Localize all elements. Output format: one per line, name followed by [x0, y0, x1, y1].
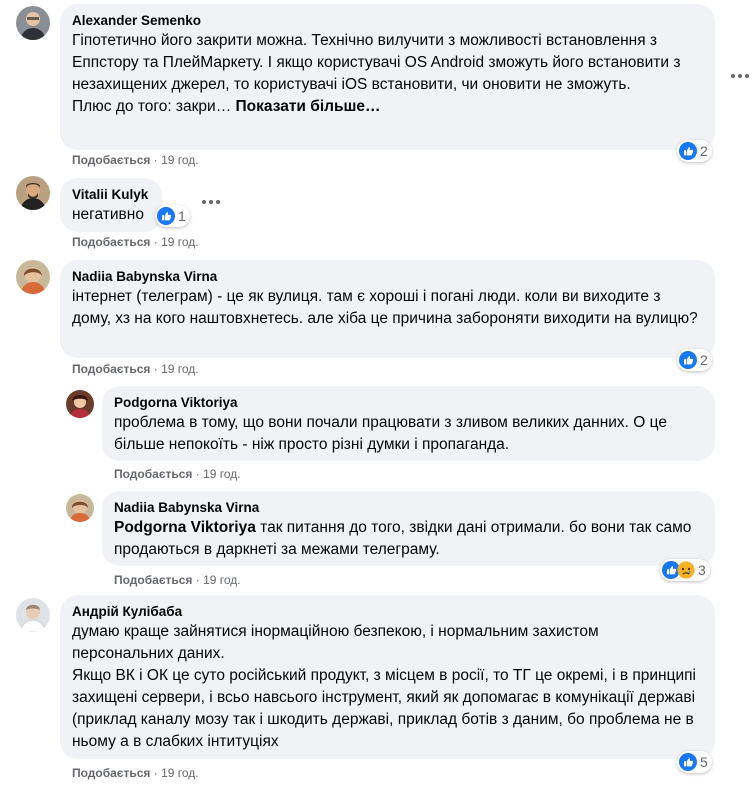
comment-text-truncated: Плюс до того: закри…	[72, 98, 232, 115]
like-button[interactable]: Подобається	[72, 766, 150, 780]
comment-text: Гіпотетично його закрити можна. Технічно…	[72, 32, 681, 93]
reaction-number: 2	[700, 352, 708, 368]
comment-timestamp[interactable]: 19 год.	[161, 235, 199, 249]
comment-bubble: Alexander Semenko Гіпотетично його закри…	[60, 4, 715, 150]
like-button[interactable]: Подобається	[72, 235, 150, 249]
comment-bubble: Nadiia Babynska Virna інтернет (телеграм…	[60, 260, 715, 358]
comment-author[interactable]: Nadiia Babynska Virna	[114, 499, 703, 517]
see-more-link[interactable]: Показати більше…	[236, 98, 381, 115]
comment-actions: Подобається · 19 год.	[72, 766, 199, 780]
avatar[interactable]	[16, 6, 50, 40]
comment-author[interactable]: Alexander Semenko	[72, 12, 703, 30]
comment-bubble: Nadiia Babynska Virna Podgorna Viktoriya…	[102, 491, 715, 566]
like-button[interactable]: Подобається	[114, 573, 192, 587]
comment-text: інтернет (телеграм) - це як вулиця. там …	[72, 288, 698, 327]
comment-text: думаю краще зайнятися інормаційною безпе…	[72, 623, 599, 662]
comment-timestamp[interactable]: 19 год.	[161, 153, 199, 167]
more-options-icon[interactable]	[726, 62, 754, 90]
reaction-count[interactable]: 2	[677, 349, 712, 371]
avatar[interactable]	[16, 260, 50, 294]
mention-link[interactable]: Podgorna Viktoriya	[114, 519, 256, 536]
reaction-count[interactable]: 5	[677, 751, 712, 773]
reaction-number: 2	[700, 143, 708, 159]
comment-text: негативно	[72, 206, 144, 223]
like-button[interactable]: Подобається	[72, 153, 150, 167]
comment-author[interactable]: Podgorna Viktoriya	[114, 394, 703, 412]
reaction-count[interactable]: 2	[677, 140, 712, 162]
like-reaction-icon	[157, 207, 175, 225]
comment-text: проблема в тому, що вони почали працюват…	[114, 414, 667, 453]
comment-actions: Подобається · 19 год.	[72, 235, 199, 249]
comment-author[interactable]: Nadiia Babynska Virna	[72, 268, 703, 286]
comment-bubble: Vitalii Kulyk негативно	[60, 178, 162, 232]
comment-actions: Подобається · 19 год.	[114, 467, 241, 481]
like-reaction-icon	[679, 142, 697, 160]
comment-timestamp[interactable]: 19 год.	[203, 573, 241, 587]
like-reaction-icon	[679, 351, 697, 369]
comment-author[interactable]: Vitalii Kulyk	[72, 186, 150, 204]
reaction-number: 5	[700, 754, 708, 770]
like-button[interactable]: Подобається	[72, 362, 150, 376]
more-options-icon[interactable]	[197, 188, 225, 216]
comment-timestamp[interactable]: 19 год.	[161, 766, 199, 780]
avatar[interactable]	[16, 176, 50, 210]
like-reaction-icon	[679, 753, 697, 771]
avatar[interactable]	[66, 390, 94, 418]
comment-bubble: Андрій Кулібаба думаю краще зайнятися ін…	[60, 595, 715, 759]
comment-actions: Подобається · 19 год.	[72, 153, 199, 167]
reaction-number: 1	[178, 208, 186, 224]
comment-actions: Подобається · 19 год.	[114, 573, 241, 587]
comment-timestamp[interactable]: 19 год.	[203, 467, 241, 481]
reaction-number: 3	[698, 562, 706, 578]
comment-timestamp[interactable]: 19 год.	[161, 362, 199, 376]
comment-author[interactable]: Андрій Кулібаба	[72, 603, 703, 621]
comment-bubble: Podgorna Viktoriya проблема в тому, що в…	[102, 386, 715, 461]
comment-text-continued: Якщо ВК і ОК це суто російський продукт,…	[72, 667, 696, 750]
comment-actions: Подобається · 19 год.	[72, 362, 199, 376]
reaction-count[interactable]: 1	[155, 205, 190, 227]
like-button[interactable]: Подобається	[114, 467, 192, 481]
reaction-count[interactable]: 3	[660, 559, 710, 581]
avatar[interactable]	[66, 494, 94, 522]
avatar[interactable]	[16, 598, 50, 632]
sad-reaction-icon	[677, 561, 695, 579]
